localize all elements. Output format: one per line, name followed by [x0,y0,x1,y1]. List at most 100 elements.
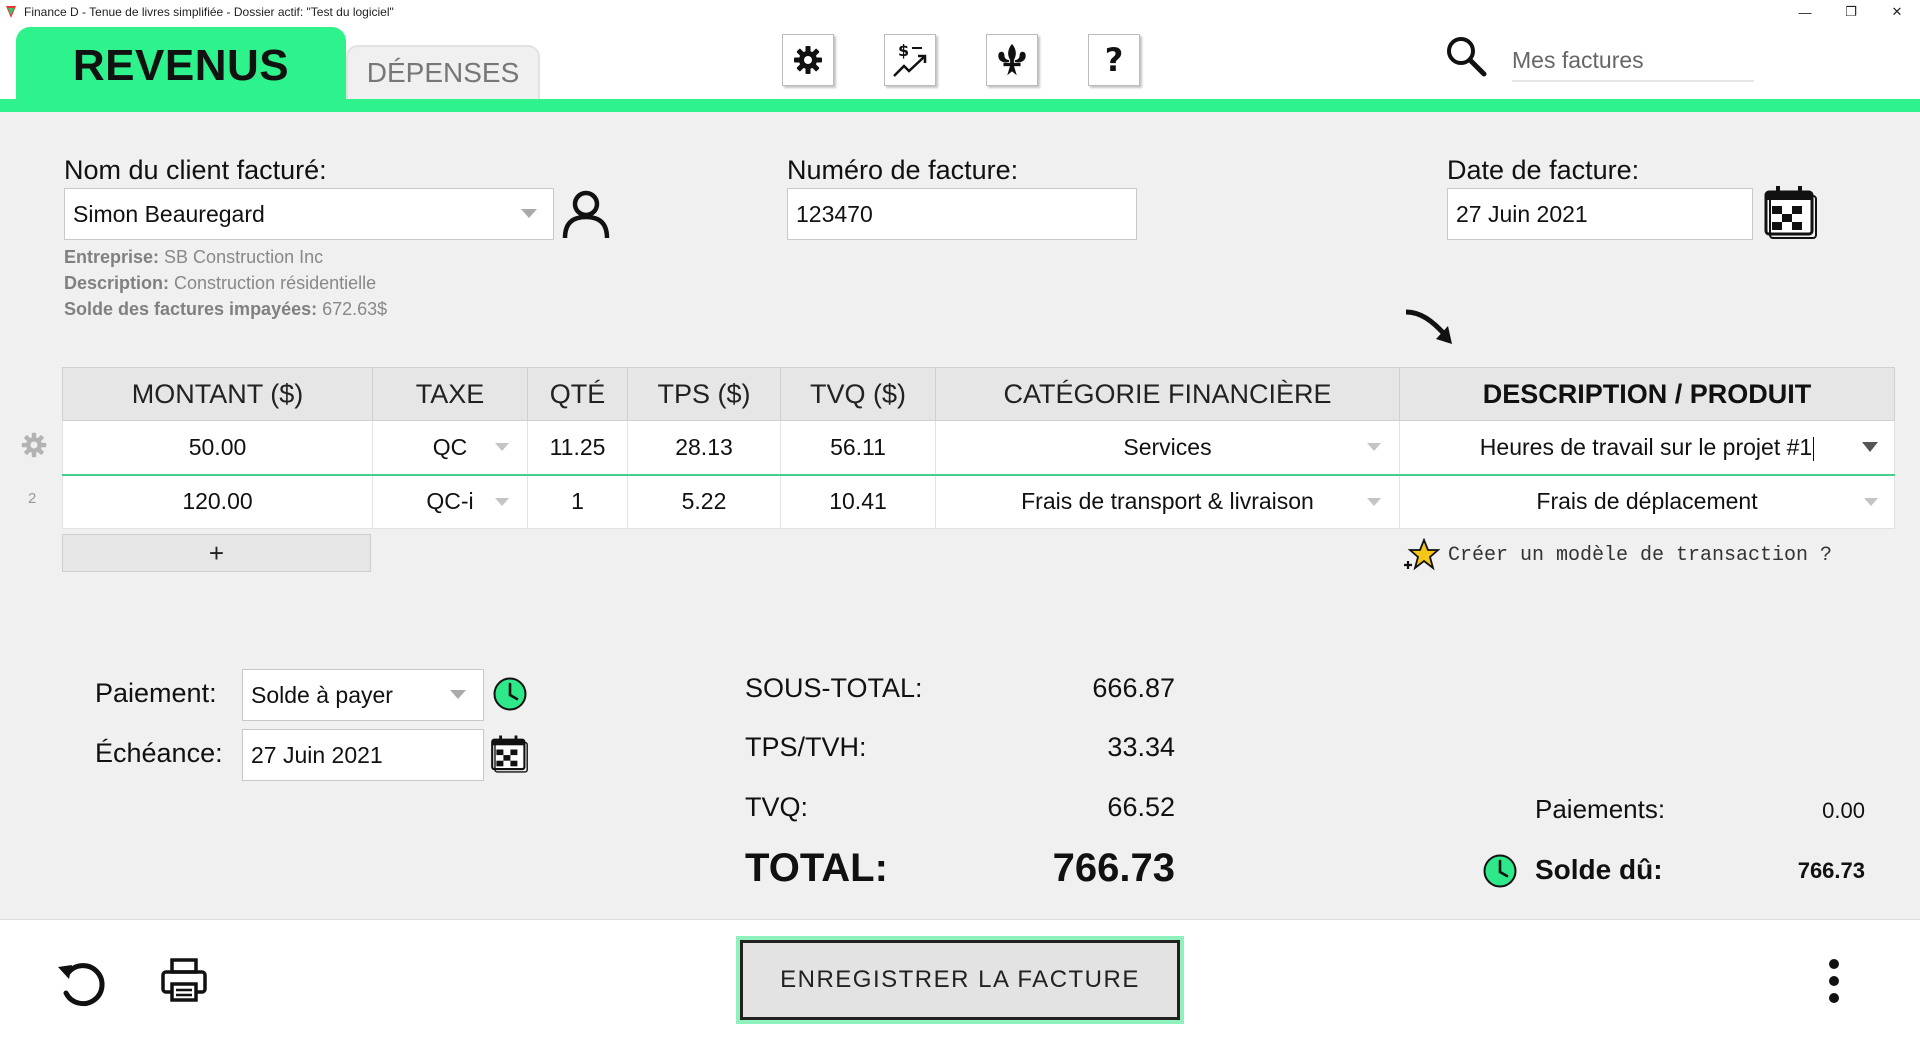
cell-taxe-value: QC [433,434,468,460]
svg-text:$: $ [898,41,909,60]
cell-categorie-value: Frais de transport & livraison [1021,488,1314,514]
cell-taxe[interactable]: QC-i [373,475,528,529]
subtotal-value: 666.87 [975,673,1175,704]
settings-button[interactable] [782,34,834,86]
categorie-dropdown-arrow-icon[interactable] [1367,443,1381,451]
cell-tvq[interactable]: 10.41 [781,475,936,529]
taxe-dropdown-arrow-icon[interactable] [495,443,509,451]
quebec-taxes-button[interactable] [986,34,1038,86]
header-qte[interactable]: QTÉ [528,368,628,421]
search-input[interactable] [1512,40,1754,82]
print-icon[interactable] [160,956,208,1004]
payment-label: Paiement: [95,678,217,709]
clock-icon [492,676,528,712]
table-row: 50.00 QC 11.25 28.13 56.11 Services Heur… [63,421,1895,475]
header-categorie[interactable]: CATÉGORIE FINANCIÈRE [936,368,1400,421]
client-dropdown-arrow-icon[interactable] [521,209,537,218]
payments-label: Paiements: [1535,794,1665,825]
star-plus-icon [1402,538,1440,572]
add-line-button[interactable]: + [62,534,371,572]
client-entreprise: Entreprise: SB Construction Inc [64,247,323,268]
cell-tps[interactable]: 28.13 [628,421,781,475]
hint-arrow-icon [1402,306,1458,348]
client-select[interactable] [64,188,554,240]
invoice-number-label: Numéro de facture: [787,155,1018,186]
cell-categorie-value: Services [1123,434,1211,460]
gear-icon [792,44,824,76]
header-taxe[interactable]: TAXE [373,368,528,421]
cell-taxe-value: QC-i [426,488,473,514]
total-value: 766.73 [975,846,1175,891]
total-label: TOTAL: [745,846,888,891]
cell-categorie[interactable]: Services [936,421,1400,475]
cell-description-value: Heures de travail sur le projet #1 [1480,434,1812,460]
client-unpaid-balance: Solde des factures impayées: 672.63$ [64,299,387,320]
maximize-button[interactable]: ❐ [1828,0,1874,24]
cell-description-value: Frais de déplacement [1536,488,1757,514]
cell-montant[interactable]: 50.00 [63,421,373,475]
invoice-number-input[interactable] [787,188,1137,240]
payment-select[interactable] [242,669,484,721]
categorie-dropdown-arrow-icon[interactable] [1367,498,1381,506]
cell-montant[interactable]: 120.00 [63,475,373,529]
help-button[interactable]: ? [1088,34,1140,86]
balance-due-value: 766.73 [1705,858,1865,884]
taxe-dropdown-arrow-icon[interactable] [495,498,509,506]
more-options-icon[interactable] [1821,957,1847,1005]
header-montant[interactable]: MONTANT ($) [63,368,373,421]
undo-icon[interactable] [54,955,108,1009]
tps-label: TPS/TVH: [745,732,867,763]
create-template-link[interactable]: Créer un modèle de transaction ? [1402,538,1832,572]
client-description: Description: Construction résidentielle [64,273,376,294]
subtotal-label: SOUS-TOTAL: [745,673,923,704]
description-dropdown-arrow-icon[interactable] [1862,442,1878,452]
invoice-date-input[interactable] [1447,188,1753,240]
calendar-icon[interactable] [1760,182,1820,240]
client-label: Nom du client facturé: [64,155,327,186]
save-invoice-button[interactable]: ENREGISTRER LA FACTURE [740,940,1180,1020]
window-controls: — ❐ ✕ [1782,0,1920,24]
svg-text:?: ? [1105,43,1124,77]
cell-categorie[interactable]: Frais de transport & livraison [936,475,1400,529]
table-header-row: MONTANT ($) TAXE QTÉ TPS ($) TVQ ($) CAT… [63,368,1895,421]
due-calendar-icon[interactable] [488,732,530,774]
tab-depenses[interactable]: DÉPENSES [346,45,540,99]
cell-tps[interactable]: 5.22 [628,475,781,529]
close-button[interactable]: ✕ [1874,0,1920,24]
title-bar: Finance D - Tenue de livres simplifiée -… [0,0,1920,24]
fleur-de-lis-icon [993,41,1031,79]
cell-qte[interactable]: 11.25 [528,421,628,475]
header-description[interactable]: DESCRIPTION / PRODUIT [1400,368,1895,421]
balance-clock-icon [1482,853,1518,889]
finance-chart-icon: $ [890,40,930,80]
balance-due-label: Solde dû: [1535,854,1663,886]
finance-button[interactable]: $ [884,34,936,86]
create-template-text: Créer un modèle de transaction ? [1448,544,1832,567]
search-icon[interactable] [1444,34,1488,78]
due-date-input[interactable] [242,729,484,781]
cell-description[interactable]: Heures de travail sur le projet #1 [1400,421,1895,475]
invoice-date-label: Date de facture: [1447,155,1639,186]
cell-tvq[interactable]: 56.11 [781,421,936,475]
due-date-label: Échéance: [95,738,223,769]
cell-description[interactable]: Frais de déplacement [1400,475,1895,529]
text-cursor [1813,437,1814,461]
tvq-value: 66.52 [975,792,1175,823]
invoice-lines-table: MONTANT ($) TAXE QTÉ TPS ($) TVQ ($) CAT… [62,367,1895,529]
cell-taxe[interactable]: QC [373,421,528,475]
minimize-button[interactable]: — [1782,0,1828,24]
row-number: 2 [28,490,36,507]
help-icon: ? [1097,43,1131,77]
user-icon[interactable] [558,186,614,242]
cell-qte[interactable]: 1 [528,475,628,529]
table-row: 120.00 QC-i 1 5.22 10.41 Frais de transp… [63,475,1895,529]
header-tps[interactable]: TPS ($) [628,368,781,421]
payment-dropdown-arrow-icon[interactable] [450,690,466,699]
tvq-label: TVQ: [745,792,808,823]
description-dropdown-arrow-icon[interactable] [1864,498,1878,506]
payments-value: 0.00 [1705,798,1865,824]
tab-revenus[interactable]: REVENUS [16,27,346,105]
header-tvq[interactable]: TVQ ($) [781,368,936,421]
row-settings-gear-icon[interactable] [20,431,48,459]
window-title: Finance D - Tenue de livres simplifiée -… [24,5,394,19]
